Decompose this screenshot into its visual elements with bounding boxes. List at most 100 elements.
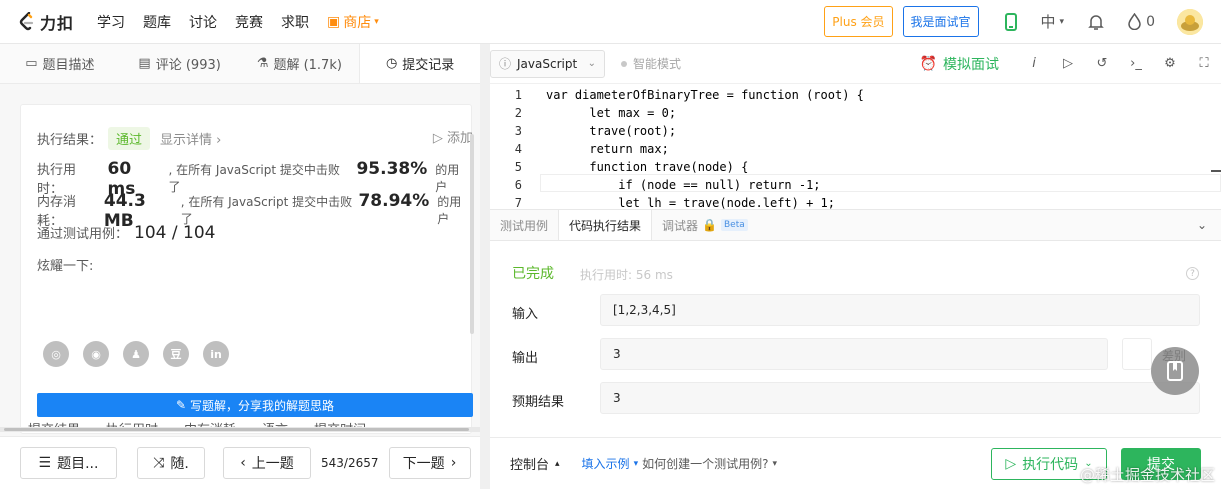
- output-value: 3: [613, 347, 621, 361]
- write-solution-button[interactable]: ✎ 写题解，分享我的解题思路: [37, 393, 473, 417]
- tab-label: 提交记录: [402, 58, 455, 73]
- bell-icon[interactable]: [1088, 13, 1104, 31]
- random-label: 随.: [170, 456, 189, 472]
- tests-label: 通过测试用例：: [37, 227, 129, 242]
- phone-icon[interactable]: [1004, 12, 1017, 31]
- expected-label: 预期结果: [512, 395, 565, 410]
- output-value-box: 3: [600, 338, 1108, 370]
- code-editor[interactable]: 1 2 3 4 5 6 7 var diameterOfBinaryTree =…: [490, 84, 1221, 209]
- help-icon[interactable]: ?: [1186, 267, 1199, 280]
- problem-list-button[interactable]: ☰ 题目...: [20, 447, 117, 479]
- language-label: 中: [1040, 13, 1056, 31]
- vertical-scrollbar[interactable]: [470, 134, 474, 334]
- editor-toolbar: ⓘ JavaScript ⌄ 智能模式 ⏰ 模拟面试 i ▷ ↺ ›_ ⚙ ⛶: [490, 44, 1221, 84]
- share-label-row: 炫耀一下:: [37, 255, 93, 274]
- result-row: 执行结果： 通过 显示详情 › ▷ 添加: [37, 127, 473, 150]
- input-value: [1,2,3,4,5]: [613, 303, 676, 317]
- nav-discuss[interactable]: 讨论: [189, 12, 217, 32]
- expected-value-box: 3: [600, 382, 1200, 414]
- result-tabs: 测试用例 代码执行结果 调试器 🔒 Beta ⌄: [490, 209, 1221, 241]
- code-line: trave(root);: [546, 124, 677, 138]
- tab-testcase[interactable]: 测试用例: [490, 210, 558, 240]
- smart-mode-toggle[interactable]: 智能模式: [621, 55, 681, 72]
- doc-icon: ▭: [25, 56, 38, 71]
- tests-value: 104 / 104: [134, 223, 216, 243]
- how-to-test-link[interactable]: 如何创建一个测试用例? ▾: [642, 455, 777, 472]
- diff-toggle[interactable]: [1122, 338, 1152, 370]
- watermark: @稀土掘金技术社区: [1079, 466, 1215, 484]
- runtime-text: , 在所有 JavaScript 提交中击败了: [168, 163, 340, 194]
- logo[interactable]: 力扣: [18, 10, 74, 34]
- line-number: 4: [514, 142, 522, 156]
- horizontal-scrollbar[interactable]: [0, 427, 480, 432]
- reset-icon[interactable]: ↺: [1085, 56, 1119, 71]
- result-runtime: 执行用时: 56 ms: [580, 268, 673, 282]
- status-badge: 通过: [108, 127, 151, 150]
- clock-icon: ◷: [385, 56, 398, 71]
- language-value: JavaScript: [517, 56, 578, 71]
- how-to-test-label: 如何创建一个测试用例?: [642, 457, 769, 471]
- tab-comments[interactable]: ▤ 评论 (993): [120, 44, 240, 83]
- line-number: 1: [514, 88, 522, 102]
- next-label: 下一题: [402, 456, 445, 472]
- tab-label: 评论 (993): [155, 58, 221, 73]
- tab-debugger[interactable]: 调试器 🔒 Beta: [652, 210, 758, 240]
- info-icon: ⓘ: [499, 57, 512, 71]
- caret-down-icon: ▾: [374, 16, 379, 27]
- detail-label: 显示详情: [160, 133, 213, 148]
- flask-icon: ⚗: [256, 56, 269, 71]
- comment-icon: ▤: [138, 56, 151, 71]
- italic-info-icon[interactable]: i: [1017, 56, 1051, 71]
- list-icon: ☰: [38, 455, 52, 471]
- code-line: if (node == null) return -1;: [546, 178, 821, 192]
- wechat-icon[interactable]: ◎: [43, 341, 69, 367]
- nav-problems[interactable]: 题库: [143, 12, 171, 32]
- gear-icon[interactable]: ⚙: [1153, 56, 1187, 71]
- code-line: let lh = trave(node.left) + 1;: [546, 196, 835, 209]
- interviewer-button[interactable]: 我是面试官: [902, 6, 979, 37]
- line-number: 2: [514, 106, 522, 120]
- chevron-down-icon[interactable]: ⌄: [1197, 218, 1207, 232]
- caret-down-icon: ▾: [1059, 16, 1065, 27]
- output-label: 输出: [512, 351, 539, 366]
- nav-contest[interactable]: 竞赛: [235, 12, 263, 32]
- douban-icon[interactable]: 豆: [163, 341, 189, 367]
- console-toggle[interactable]: 控制台 ▴: [510, 454, 560, 473]
- nav-jobs[interactable]: 求职: [281, 12, 309, 32]
- smart-mode-label: 智能模式: [633, 57, 682, 71]
- memory-percent: 78.94%: [358, 191, 430, 211]
- panel-divider[interactable]: [480, 44, 490, 489]
- nav-learn[interactable]: 学习: [97, 12, 125, 32]
- terminal-icon[interactable]: ›_: [1119, 56, 1153, 71]
- qq-icon[interactable]: ♟: [123, 341, 149, 367]
- linkedin-icon[interactable]: in: [203, 341, 229, 367]
- show-detail-link[interactable]: 显示详情 ›: [160, 129, 221, 148]
- tab-description[interactable]: ▭ 题目描述: [0, 44, 120, 83]
- plus-member-button[interactable]: Plus 会员: [824, 6, 893, 37]
- chevron-left-icon: ‹: [240, 455, 246, 471]
- drop-icon: [1128, 13, 1141, 30]
- language-select[interactable]: ⓘ JavaScript ⌄: [490, 49, 605, 78]
- floating-notes-button[interactable]: [1151, 347, 1199, 395]
- points-indicator[interactable]: 0: [1128, 13, 1155, 30]
- play-icon[interactable]: ▷: [1051, 56, 1085, 71]
- weibo-icon[interactable]: ◉: [83, 341, 109, 367]
- add-note-link[interactable]: ▷ 添加: [433, 127, 473, 146]
- line-number: 6: [514, 178, 522, 192]
- scrollbar-thumb[interactable]: [4, 428, 469, 431]
- language-switch[interactable]: 中 ▾: [1041, 11, 1065, 32]
- random-button[interactable]: ⤨ 随.: [137, 447, 205, 479]
- tests-row: 通过测试用例： 104 / 104: [37, 223, 219, 243]
- line-number: 5: [514, 160, 522, 174]
- tab-submissions[interactable]: ◷ 提交记录: [359, 44, 480, 83]
- mock-interview-button[interactable]: ⏰ 模拟面试: [920, 54, 999, 74]
- prev-button[interactable]: ‹ 上一题: [223, 447, 311, 479]
- next-button[interactable]: 下一题 ›: [388, 447, 471, 479]
- tab-run-result[interactable]: 代码执行结果: [558, 210, 653, 240]
- fullscreen-icon[interactable]: ⛶: [1187, 56, 1221, 71]
- nav-shop[interactable]: ▣ 商店 ▾: [327, 12, 379, 32]
- leetcode-logo-icon: [18, 11, 36, 32]
- fill-example-button[interactable]: 填入示例 ▾: [582, 455, 639, 472]
- avatar[interactable]: [1177, 8, 1203, 35]
- tab-solutions[interactable]: ⚗ 题解 (1.7k): [240, 44, 360, 83]
